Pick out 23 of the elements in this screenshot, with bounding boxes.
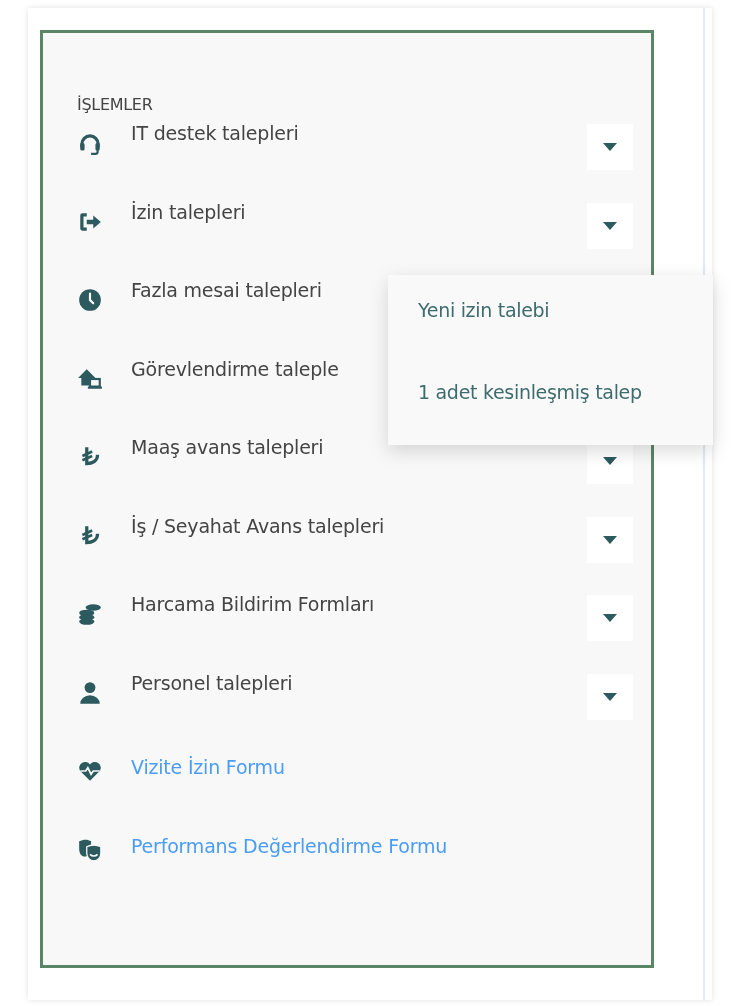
- dropdown-item[interactable]: 1 adet kesinleşmiş talep: [388, 371, 713, 431]
- caret-icon: [603, 143, 617, 151]
- user-icon: [77, 679, 103, 706]
- menu-item[interactable]: Personel talepleri: [131, 671, 587, 694]
- dropdown-button[interactable]: [587, 595, 633, 641]
- caret-icon: [603, 457, 617, 465]
- section-heading: İŞLEMLER: [77, 95, 154, 114]
- dropdown-button[interactable]: [587, 516, 633, 563]
- dropdown-item[interactable]: Yeni izin talebi: [388, 289, 713, 349]
- menu-item[interactable]: İş / Seyahat Avans talepleri: [131, 514, 587, 537]
- dropdown-button[interactable]: [587, 202, 633, 249]
- caret-icon: [603, 221, 617, 230]
- menu-item[interactable]: IT destek talepleri: [131, 122, 587, 144]
- dropdown-button[interactable]: [587, 673, 633, 720]
- menu-item[interactable]: Maaş avans talepleri: [131, 436, 587, 458]
- caret-icon: [603, 614, 617, 622]
- clock-icon: [77, 287, 103, 313]
- menu-item[interactable]: Harcama Bildirim Formları: [131, 593, 587, 615]
- caret-icon: [603, 535, 617, 544]
- dropdown-button[interactable]: [587, 124, 633, 170]
- caret-icon: [603, 692, 617, 701]
- menu-item[interactable]: İzin talepleri: [131, 200, 587, 223]
- coins-icon: [77, 601, 103, 627]
